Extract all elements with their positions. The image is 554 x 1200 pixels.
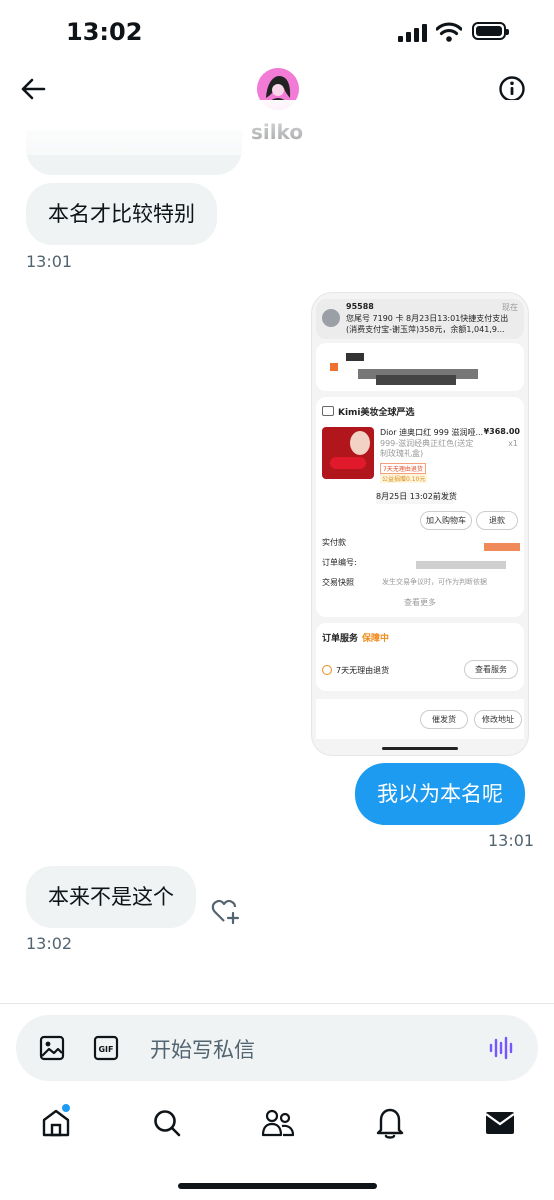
- ship-note: 8月25日 13:02前发货: [376, 490, 457, 504]
- notification-line-2: (消费支付宝-谢玉萍)358元，余额1,041,9...: [346, 325, 505, 334]
- product-variant: 999-滋润经典正红色(送定制玫瑰礼盒): [380, 439, 474, 458]
- service-item: 7天无理由退货: [336, 666, 390, 675]
- outgoing-message-bubble[interactable]: 我以为本名呢: [355, 763, 525, 825]
- add-reaction-heart-icon[interactable]: [211, 898, 241, 926]
- order-card: Kimi美妆全球严选 Dior 迪奥口红 999 滋润哑... ¥368.00 …: [316, 397, 524, 617]
- paid-label: 实付款: [322, 538, 346, 547]
- shared-screenshot-image[interactable]: 95588 现在 您尾号 7190 卡 8月23日13:01快捷支付支出 (消费…: [312, 293, 528, 755]
- store-icon: [322, 406, 334, 416]
- check-icon: [322, 665, 332, 675]
- incoming-message-bubble[interactable]: 本名才比较特别: [26, 183, 217, 245]
- service-title: 订单服务: [322, 634, 359, 644]
- tag-return: 7天无理由退货: [380, 463, 426, 474]
- notification-banner: 95588 现在 您尾号 7190 卡 8月23日13:01快捷支付支出 (消费…: [316, 299, 524, 339]
- service-status: 保障中: [362, 634, 390, 644]
- refund-button: 退款: [476, 511, 518, 530]
- home-indicator: [178, 1183, 377, 1189]
- gif-icon[interactable]: GIF: [93, 1035, 119, 1061]
- message-timestamp: 13:01: [488, 831, 535, 850]
- status-time: 13:02: [66, 18, 143, 46]
- battery-icon: [472, 22, 509, 40]
- bank-app-icon: [322, 309, 340, 327]
- notification-time: 现在: [502, 303, 518, 312]
- wifi-icon: [436, 22, 462, 42]
- snapshot-note: 发生交易争议时，可作为判断依据: [382, 578, 487, 586]
- message-timestamp: 13:02: [26, 934, 73, 953]
- image-icon[interactable]: [39, 1035, 65, 1061]
- service-card: 订单服务 保障中 7天无理由退货 查看服务: [316, 623, 524, 691]
- notification-dot: [62, 1104, 70, 1112]
- pixelated-address: [316, 343, 524, 391]
- composer-divider: [0, 1003, 554, 1004]
- product-qty: x1: [508, 439, 518, 448]
- screenshot-bottom-bar: 催发货 修改地址: [316, 699, 524, 739]
- add-to-cart-button: 加入购物车: [420, 511, 472, 530]
- order-number-label: 订单编号:: [322, 558, 357, 567]
- communities-icon[interactable]: [261, 1107, 295, 1139]
- notifications-bell-icon[interactable]: [375, 1106, 405, 1140]
- product-price: ¥368.00: [483, 427, 520, 436]
- svg-text:GIF: GIF: [98, 1045, 113, 1054]
- voice-message-icon[interactable]: [488, 1035, 516, 1061]
- cellular-signal-icon: [398, 24, 427, 42]
- message-timestamp: 13:01: [26, 252, 73, 271]
- snapshot-label: 交易快照: [322, 578, 354, 587]
- change-address-button: 修改地址: [474, 710, 522, 729]
- tag-insurance: 公益捐赠0.10元: [380, 474, 428, 483]
- incoming-message-bubble[interactable]: 本来不是这个: [26, 866, 196, 928]
- view-more: 查看更多: [404, 598, 436, 607]
- messages-envelope-icon[interactable]: [484, 1110, 516, 1136]
- search-icon[interactable]: [152, 1108, 182, 1138]
- screenshot-home-indicator: [382, 747, 458, 750]
- header-fade: [0, 100, 554, 155]
- view-service-button: 查看服务: [464, 660, 518, 679]
- message-input-placeholder[interactable]: 开始写私信: [150, 1034, 255, 1064]
- store-name: Kimi美妆全球严选: [338, 408, 415, 418]
- product-image: [322, 427, 374, 479]
- notification-sender: 95588: [346, 302, 374, 311]
- product-title: Dior 迪奥口红 999 滋润哑...: [380, 428, 484, 437]
- notification-line-1: 您尾号 7190 卡 8月23日13:01快捷支付支出: [346, 314, 509, 323]
- urge-shipping-button: 催发货: [420, 710, 468, 729]
- info-icon[interactable]: [498, 75, 526, 103]
